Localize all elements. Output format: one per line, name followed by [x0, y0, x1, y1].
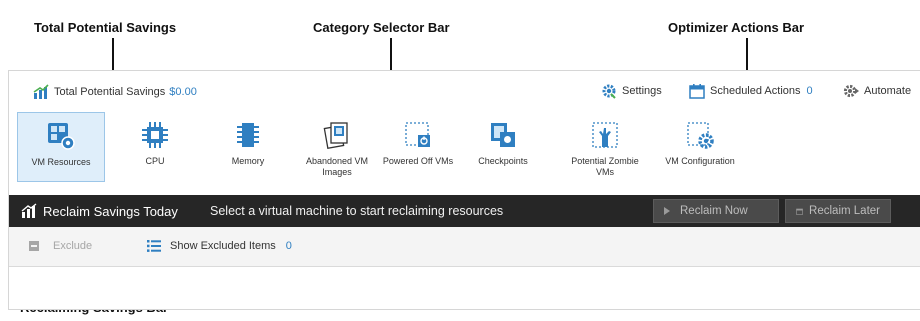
abandoned-vm-images-icon: [323, 122, 348, 149]
callout-category-selector-bar: Category Selector Bar: [313, 20, 450, 35]
category-label: Powered Off VMs: [382, 156, 454, 166]
calendar-icon: [796, 208, 803, 215]
category-label: Checkpoints: [478, 156, 528, 166]
show-excluded-label: Show Excluded Items: [170, 240, 276, 252]
reclaim-now-label: Reclaim Now: [680, 205, 748, 217]
category-label: Potential Zombie VMs: [571, 156, 639, 177]
category-label: Memory: [231, 156, 265, 166]
category-label: VM Configuration: [665, 156, 735, 166]
play-icon: [664, 207, 670, 215]
reclaim-title: Reclaim Savings Today: [21, 203, 178, 219]
show-excluded-items-button[interactable]: Show Excluded Items 0: [147, 240, 292, 252]
automate-gear-icon: [843, 84, 859, 98]
category-label: Abandoned VM Images: [305, 156, 369, 177]
checkpoints-icon: [491, 123, 515, 147]
scheduled-actions-count: 0: [806, 85, 813, 97]
exclude-label: Exclude: [53, 240, 93, 252]
exclude-button[interactable]: Exclude: [29, 240, 92, 252]
reclaim-now-button[interactable]: Reclaim Now: [653, 199, 779, 223]
category-abandoned-vm-images[interactable]: Abandoned VM Images: [297, 112, 377, 182]
category-vm-configuration[interactable]: VM Configuration: [657, 112, 743, 182]
settings-button[interactable]: Settings: [601, 83, 662, 99]
list-icon: [147, 240, 161, 252]
scheduled-actions-label: Scheduled Actions: [710, 85, 801, 97]
category-label: VM Resources: [31, 157, 91, 167]
settings-gear-icon: [602, 84, 616, 99]
scheduled-actions-button[interactable]: Scheduled Actions 0: [689, 83, 813, 99]
reclaim-chart-icon: [21, 203, 37, 218]
automate-label: Automate: [864, 85, 912, 97]
memory-icon: [237, 123, 259, 147]
excluded-count: 0: [285, 240, 292, 252]
callout-total-potential-savings: Total Potential Savings: [34, 20, 177, 35]
savings-chart-icon: [33, 84, 49, 99]
total-potential-savings: Total Potential Savings $0.00: [33, 84, 197, 100]
category-checkpoints[interactable]: Checkpoints: [467, 112, 539, 182]
optimizer-actions-bar: Total Potential Savings $0.00 Settings S…: [9, 71, 920, 111]
minus-square-icon: [29, 241, 39, 251]
reclaim-message: Select a virtual machine to start reclai…: [210, 204, 504, 218]
category-vm-resources[interactable]: VM Resources: [17, 112, 105, 182]
category-selector-bar: VM Resources CPU Memory Abandoned VM Ima…: [9, 111, 920, 183]
total-savings-label: Total Potential Savings: [54, 86, 166, 98]
category-memory[interactable]: Memory: [209, 112, 287, 182]
reclaim-savings-bar: Reclaim Savings Today Select a virtual m…: [9, 195, 920, 227]
reclaim-later-label: Reclaim Later: [809, 205, 880, 217]
category-cpu[interactable]: CPU: [119, 112, 191, 182]
cpu-icon: [142, 122, 168, 148]
category-powered-off-vms[interactable]: Powered Off VMs: [379, 112, 457, 182]
callout-optimizer-actions-bar: Optimizer Actions Bar: [668, 20, 805, 35]
reclaim-title-label: Reclaim Savings Today: [43, 203, 178, 219]
total-savings-value: $0.00: [169, 86, 197, 98]
optimizer-panel: Total Potential Savings $0.00 Settings S…: [8, 70, 920, 310]
exclude-bar: Exclude Show Excluded Items 0: [9, 227, 920, 267]
powered-off-vms-icon: [405, 122, 430, 147]
zombie-vms-icon: [592, 122, 618, 148]
vm-resources-icon: [48, 123, 75, 150]
calendar-icon: [689, 84, 705, 99]
category-potential-zombie-vms[interactable]: Potential Zombie VMs: [565, 112, 645, 182]
settings-label: Settings: [622, 85, 662, 97]
category-label: CPU: [145, 156, 165, 166]
automate-button[interactable]: Automate: [843, 83, 911, 99]
reclaim-later-button[interactable]: Reclaim Later: [785, 199, 891, 223]
vm-configuration-icon: [687, 122, 714, 149]
